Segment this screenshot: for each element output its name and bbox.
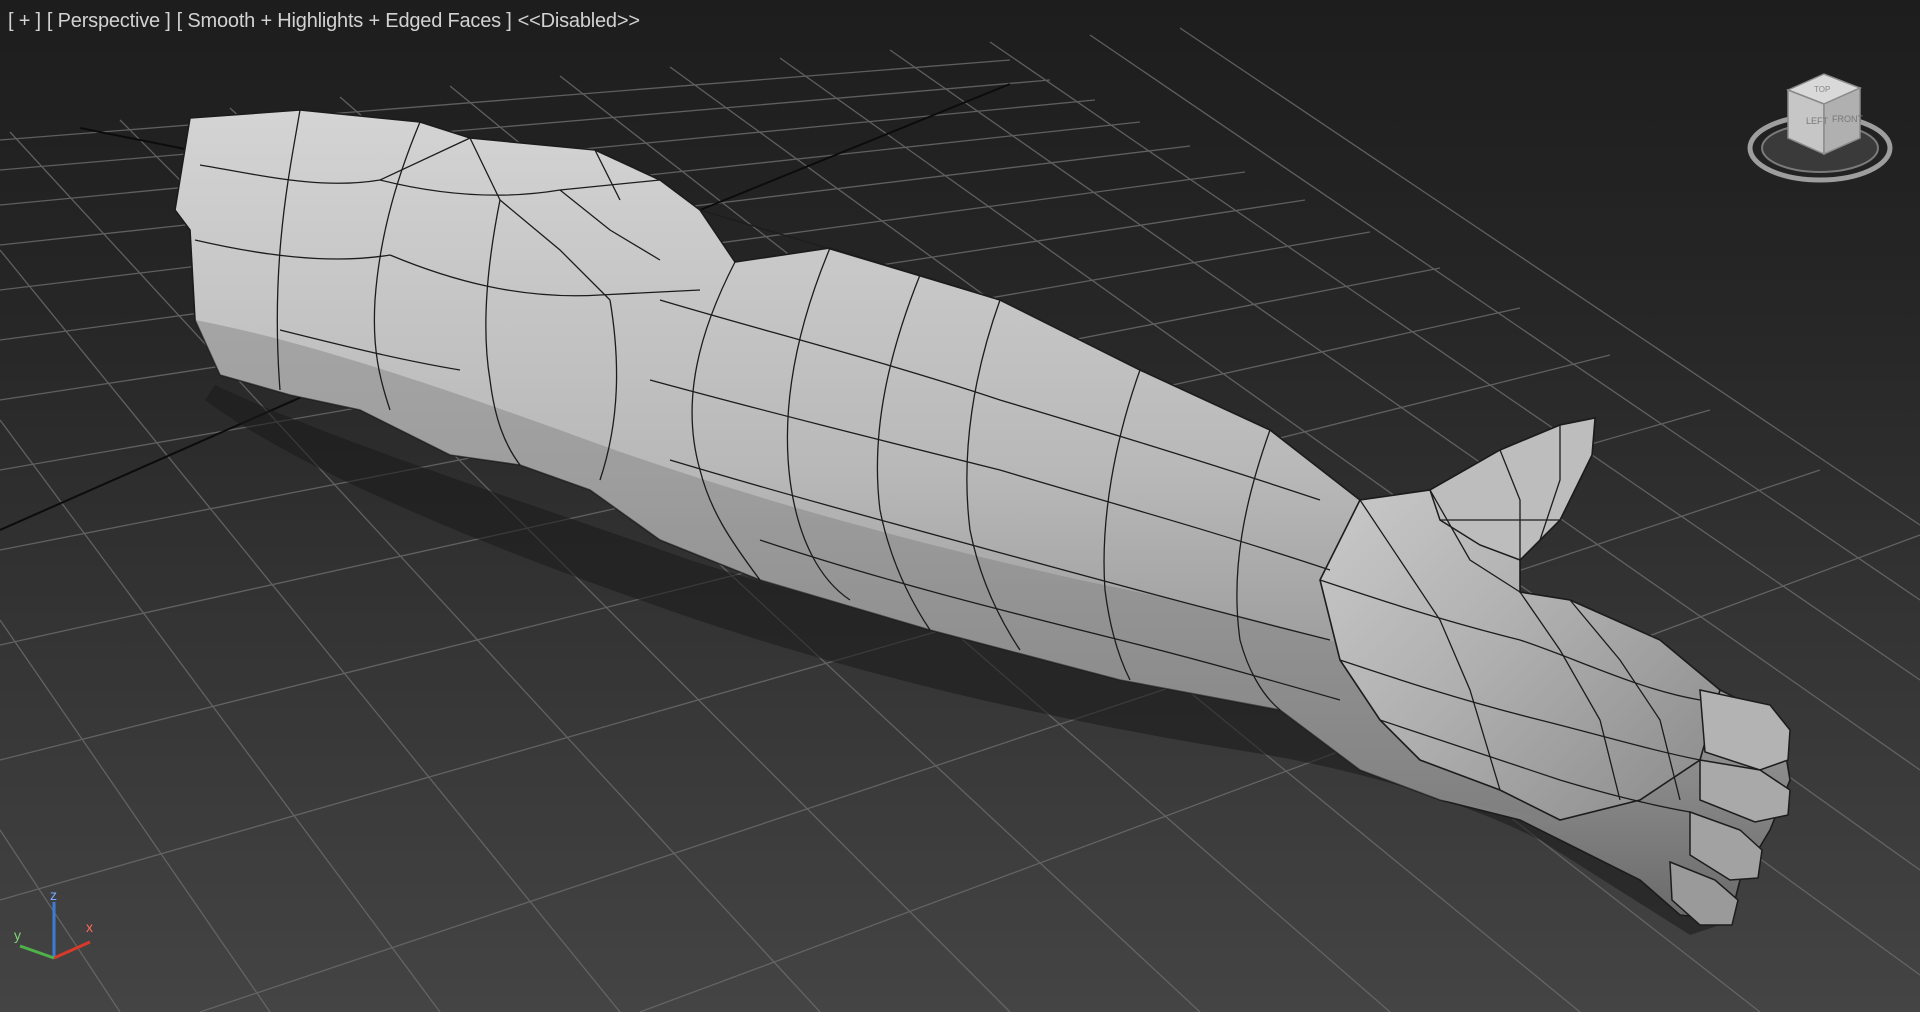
viewport-shading-menu[interactable]: [ Smooth + Highlights + Edged Faces ] xyxy=(177,10,512,33)
arm-mesh[interactable] xyxy=(174,109,1791,935)
x-axis-line xyxy=(53,940,91,960)
x-axis-label: x xyxy=(86,919,93,935)
viewport-general-menu[interactable]: [ + ] xyxy=(8,10,41,33)
scene[interactable] xyxy=(0,0,1920,1012)
viewcube-icon[interactable]: LEFT FRONT TOP xyxy=(1747,73,1893,183)
perspective-viewport[interactable]: [ + ] [ Perspective ] [ Smooth + Highlig… xyxy=(0,0,1920,1012)
viewcube-left-face[interactable]: LEFT xyxy=(1806,116,1829,126)
viewcube-top-face[interactable]: TOP xyxy=(1814,85,1830,94)
y-axis-line xyxy=(19,944,55,960)
viewport-point-of-view-menu[interactable]: [ Perspective ] xyxy=(47,10,171,33)
z-axis-label: z xyxy=(50,890,57,903)
axis-tripod: z x y xyxy=(14,890,93,960)
y-axis-label: y xyxy=(14,927,21,943)
viewcube[interactable]: LEFT FRONT TOP xyxy=(1740,62,1900,192)
viewport-status-label: <<Disabled>> xyxy=(517,9,640,32)
viewport-label: [ + ] [ Perspective ] [ Smooth + Highlig… xyxy=(8,8,640,34)
viewcube-front-face[interactable]: FRONT xyxy=(1832,114,1863,124)
